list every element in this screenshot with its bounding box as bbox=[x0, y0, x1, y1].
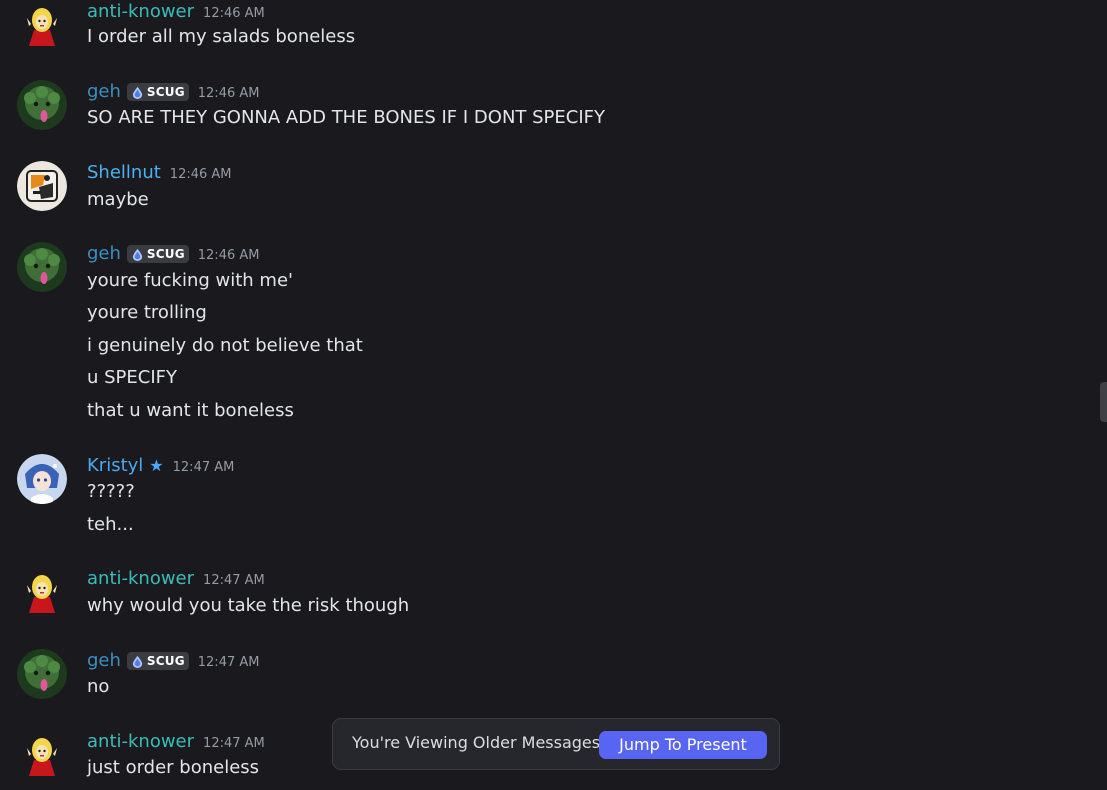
message-header: Kristyl ★ 12:47 AM bbox=[87, 454, 234, 478]
message-header: Shellnut 12:46 AM bbox=[87, 161, 232, 185]
timestamp[interactable]: 12:47 AM bbox=[173, 460, 235, 475]
message-text: youre trolling bbox=[87, 302, 207, 323]
older-messages-bar: You're Viewing Older Messages Jump To Pr… bbox=[332, 718, 780, 770]
timestamp[interactable]: 12:46 AM bbox=[170, 167, 232, 182]
anti-knower-avatar-icon[interactable] bbox=[17, 0, 67, 50]
author-name[interactable]: geh bbox=[87, 80, 121, 104]
message-text: i genuinely do not believe that bbox=[87, 335, 363, 356]
server-tag[interactable]: SCUG bbox=[126, 652, 189, 670]
kristyl-avatar-icon[interactable] bbox=[17, 454, 67, 504]
droplet-icon bbox=[132, 248, 143, 261]
message-header: geh SCUG 12:46 AM bbox=[87, 242, 259, 266]
message-text: why would you take the risk though bbox=[87, 595, 410, 616]
message-header: anti-knower 12:46 AM bbox=[87, 0, 265, 24]
server-tag-label: SCUG bbox=[146, 85, 185, 99]
timestamp[interactable]: 12:47 AM bbox=[198, 655, 260, 670]
message-header: geh SCUG 12:47 AM bbox=[87, 649, 259, 673]
message-text: SO ARE THEY GONNA ADD THE BONES IF I DON… bbox=[87, 107, 606, 128]
author-name[interactable]: geh bbox=[87, 242, 121, 266]
anti-knower-avatar-icon[interactable] bbox=[17, 730, 67, 780]
message-text: that u want it boneless bbox=[87, 400, 294, 421]
server-tag[interactable]: SCUG bbox=[126, 245, 189, 263]
author-name[interactable]: anti-knower bbox=[87, 730, 194, 754]
server-tag-label: SCUG bbox=[146, 654, 185, 668]
anti-knower-avatar-icon[interactable] bbox=[17, 567, 67, 617]
server-tag-label: SCUG bbox=[146, 247, 185, 261]
geh-avatar-icon[interactable] bbox=[17, 242, 67, 292]
message-text: I order all my salads boneless bbox=[87, 26, 356, 47]
chat-message-list[interactable]: anti-knower 12:46 AM I order all my sala… bbox=[0, 0, 1107, 790]
timestamp[interactable]: 12:47 AM bbox=[203, 736, 265, 751]
shellnut-avatar-icon[interactable] bbox=[17, 161, 67, 211]
message-text: maybe bbox=[87, 189, 149, 210]
message-header: anti-knower 12:47 AM bbox=[87, 567, 265, 591]
star-icon: ★ bbox=[149, 456, 164, 475]
server-tag[interactable]: SCUG bbox=[126, 83, 189, 101]
message-text: u SPECIFY bbox=[87, 367, 178, 388]
author-name[interactable]: anti-knower bbox=[87, 567, 194, 591]
droplet-icon bbox=[132, 655, 143, 668]
message-header: anti-knower 12:47 AM bbox=[87, 730, 265, 754]
author-name[interactable]: anti-knower bbox=[87, 0, 194, 24]
timestamp[interactable]: 12:47 AM bbox=[203, 573, 265, 588]
geh-avatar-icon[interactable] bbox=[17, 80, 67, 130]
jump-to-present-button[interactable]: Jump To Present bbox=[599, 731, 767, 759]
droplet-icon bbox=[132, 86, 143, 99]
message-text: teh... bbox=[87, 514, 134, 535]
scrollbar-thumb[interactable] bbox=[1100, 382, 1107, 422]
timestamp[interactable]: 12:46 AM bbox=[203, 6, 265, 21]
author-name[interactable]: geh bbox=[87, 649, 121, 673]
message-text: just order boneless bbox=[87, 757, 260, 778]
message-text: youre fucking with me' bbox=[87, 270, 293, 291]
timestamp[interactable]: 12:46 AM bbox=[198, 248, 260, 263]
older-messages-label: You're Viewing Older Messages bbox=[352, 733, 601, 752]
message-text: no bbox=[87, 676, 110, 697]
message-header: geh SCUG 12:46 AM bbox=[87, 80, 259, 104]
timestamp[interactable]: 12:46 AM bbox=[198, 86, 260, 101]
message-text: ????? bbox=[87, 481, 135, 502]
author-name[interactable]: Kristyl bbox=[87, 454, 143, 478]
geh-avatar-icon[interactable] bbox=[17, 649, 67, 699]
author-name[interactable]: Shellnut bbox=[87, 161, 161, 185]
